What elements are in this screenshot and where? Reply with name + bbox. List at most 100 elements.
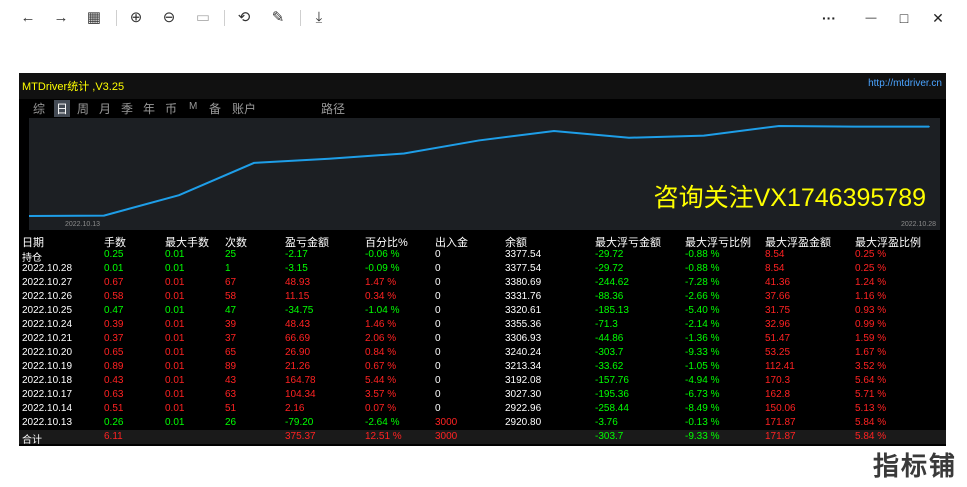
toolbar-divider [116,10,117,26]
site-logo: 指标铺 [872,451,957,481]
table-cell: -3.76 [595,417,618,428]
table-cell: -29.72 [595,249,624,260]
close-icon[interactable]: ✕ [927,8,949,28]
zoom-in-icon[interactable]: ⊕ [126,8,146,28]
total-cell: 12.51 % [365,431,402,442]
table-cell: 65 [225,347,237,358]
table-cell: 0.01 [165,277,185,288]
table-header-row: 日期 手数 最大手数 次数 盈亏金额 百分比% 出入金 余额 最大浮亏金额 最大浮亏比例 最大浮盈金… [19,234,946,249]
equity-point [553,130,555,132]
table-cell: 0.58 [104,291,124,302]
equity-point [328,157,330,160]
table-cell: 26.90 [285,347,311,358]
table-cell: 0.01 [165,403,185,414]
table-cell: -2.17 [285,249,308,260]
table-cell: 1.46 % [365,319,397,330]
table-cell: 51.47 [765,333,791,344]
table-cell: 150.06 [765,403,796,414]
minimize-icon[interactable]: — [860,8,882,28]
table-cell: 2.16 [285,403,305,414]
table-cell: 1.47 % [365,277,397,288]
stats-panel: MTDriver统计 ,V3.25 http://mtdriver.cn 综 日… [19,73,946,446]
table-cell: 0.07 % [365,403,397,414]
grid-view-icon[interactable]: ▦ [84,8,104,28]
table-cell: -44.86 [595,333,624,344]
row-date: 2022.10.27 [22,277,73,288]
table-row: 2022.10.19 0.89 0.01 89 21.26 0.67 % 0 3213.34 -… [19,360,946,374]
total-cell: -303.7 [595,431,624,442]
table-cell: 0.39 [104,319,124,330]
fit-screen-icon[interactable]: ▭ [193,8,213,28]
table-cell: 1.24 % [855,277,887,288]
edit-icon[interactable]: ✎ [268,8,288,28]
tab-year[interactable]: 年 [143,100,155,117]
table-cell: -0.88 % [685,263,720,274]
tab-quarter[interactable]: 季 [121,100,133,117]
table-cell: -33.62 [595,361,624,372]
row-date: 2022.10.28 [22,263,73,274]
table-cell: 5.71 % [855,389,887,400]
back-icon[interactable]: ← [18,8,38,28]
table-row: 2022.10.18 0.43 0.01 43 164.78 5.44 % 0 3192.08… [19,374,946,388]
save-icon[interactable]: ⤓ [309,8,329,28]
table-cell: 0.25 % [855,263,887,274]
tab-summary[interactable]: 综 [33,100,45,117]
table-cell: 0.01 [165,305,185,316]
table-cell: 32.96 [765,319,791,330]
table-cell: -185.13 [595,305,629,316]
table-cell: 3331.76 [505,291,542,302]
row-date: 2022.10.25 [22,305,73,316]
table-cell: 0.01 [165,417,185,428]
rotate-icon[interactable]: ⟲ [234,8,254,28]
table-cell: -29.72 [595,263,624,274]
equity-chart: 咨询关注VX1746395789 2022.10.13 2022.10.28 [28,118,940,230]
table-cell: 1.59 % [855,333,887,344]
window-toolbar: ← → ▦ ⊕ ⊖ ▭ ⟲ ✎ ⤓ ··· — □ ✕ [0,0,967,36]
table-cell: 39 [225,319,237,330]
table-cell: -0.88 % [685,249,720,260]
table-cell: 0 [435,403,441,414]
table-cell: 0 [435,333,441,344]
maximize-icon[interactable]: □ [893,8,915,28]
tab-note[interactable]: 备 [209,100,221,117]
table-cell: 5.84 % [855,417,887,428]
zoom-out-icon[interactable]: ⊖ [159,8,179,28]
table-cell: -2.64 % [365,417,400,428]
table-cell: 21.26 [285,361,311,372]
total-cell: 375.37 [285,431,316,442]
total-row: 合计 6.11 375.37 12.51 % 3000 -303.7 -9.33 % 171.… [19,430,946,446]
row-date: 2022.10.26 [22,291,73,302]
forward-icon[interactable]: → [51,8,71,28]
table-cell: -258.44 [595,403,629,414]
table-cell: -244.62 [595,277,629,288]
table-cell: -34.75 [285,305,314,316]
tab-week[interactable]: 周 [77,100,89,117]
table-cell: 3355.36 [505,319,542,330]
table-cell: -88.36 [595,291,624,302]
watermark-text: 咨询关注VX1746395789 [653,184,926,212]
tab-path[interactable]: 路径 [321,100,345,117]
table-cell: 0.01 [104,263,124,274]
table-cell: 0.34 % [365,291,397,302]
table-cell: 37 [225,333,237,344]
equity-point [178,194,180,196]
row-date: 2022.10.19 [22,361,73,372]
table-cell: 0.25 % [855,249,887,260]
table-row: 2022.10.28 0.01 0.01 1 -3.15 -0.09 % 0 3377.54 -… [19,262,946,276]
more-options-icon[interactable]: ··· [818,8,840,28]
table-cell: 0.43 [104,375,124,386]
table-cell: 0 [435,347,441,358]
tab-day[interactable]: 日 [54,100,71,117]
table-cell: 2922.96 [505,403,542,414]
tab-month[interactable]: 月 [99,100,111,117]
table-cell: 164.78 [285,375,316,386]
tab-currency[interactable]: 币 [165,100,177,117]
tab-m[interactable]: M [189,101,197,112]
table-cell: 0.65 [104,347,124,358]
table-row: 2022.10.14 0.51 0.01 51 2.16 0.07 % 0 2922.96 -2… [19,402,946,416]
table-cell: 0 [435,277,441,288]
table-cell: 0.63 [104,389,124,400]
table-cell: -9.33 % [685,347,720,358]
table-cell: -1.05 % [685,361,720,372]
tab-account[interactable]: 账户 [232,100,256,117]
